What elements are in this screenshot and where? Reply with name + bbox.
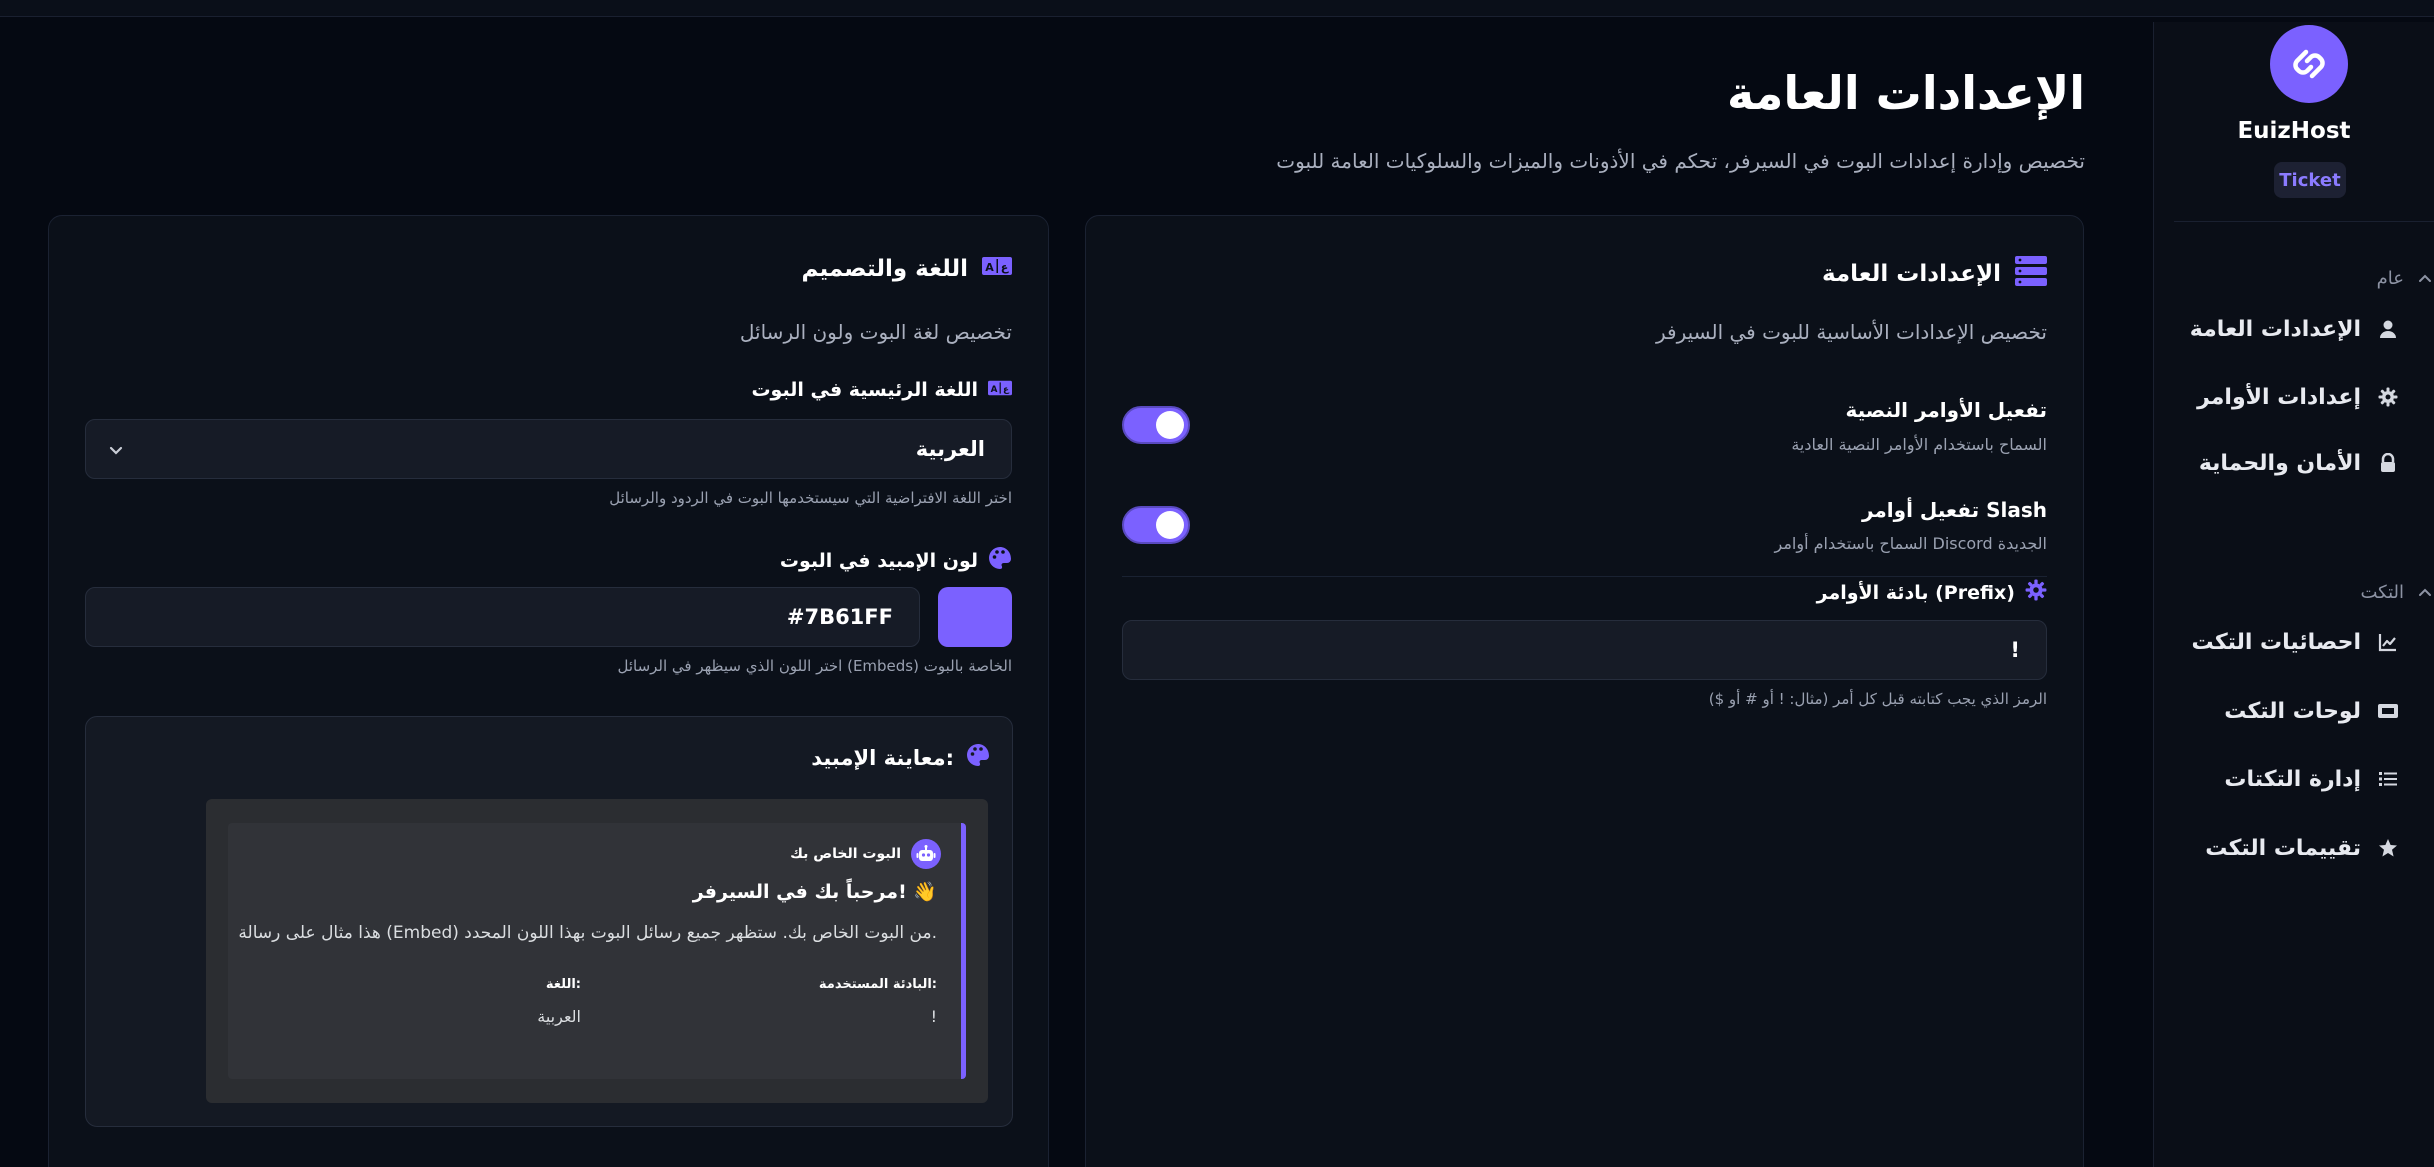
embed-preview: معاينة الإمبيد: البوت الخاص بك مرحباً بك… xyxy=(85,716,1013,1127)
language-label: اللغة الرئيسية في البوت Aع xyxy=(751,379,1012,401)
svg-text:ع: ع xyxy=(1001,261,1009,274)
embed-field-name: البادئة المستخدمة: xyxy=(818,977,937,992)
embed-author-name: البوت الخاص بك xyxy=(790,846,901,862)
sidebar-item-ticket-stats[interactable]: احصائيات التكت xyxy=(2169,622,2399,662)
section-header-ticket[interactable]: التكت xyxy=(2234,582,2434,603)
card-description: تخصيص لغة البوت ولون الرسائل xyxy=(739,320,1012,344)
language-select[interactable]: العربية xyxy=(85,419,1012,479)
card-description: تخصيص الإعدادات الأساسية للبوت في السيرف… xyxy=(1655,320,2047,344)
toggle-knob xyxy=(1156,411,1184,439)
palette-icon xyxy=(988,546,1012,575)
gear-icon xyxy=(2377,386,2399,408)
embed-color-input[interactable]: #7B61FF xyxy=(85,587,920,647)
text-commands-toggle[interactable] xyxy=(1122,406,1190,444)
embed-title: مرحباً بك في السيرفر! 👋 xyxy=(692,881,937,903)
language-design-card: اللغة والتصميم Aع تخصيص لغة البوت ولون ا… xyxy=(48,215,1049,1167)
robot-icon xyxy=(911,839,941,869)
text-commands-description: السماح باستخدام الأوامر النصية العادية xyxy=(1791,435,2047,454)
text-commands-title: تفعيل الأوامر النصية xyxy=(1845,398,2047,422)
embed-field-name: اللغة: xyxy=(545,977,581,992)
embed-preview-title: معاينة الإمبيد: xyxy=(811,743,990,772)
language-label-text: اللغة الرئيسية في البوت xyxy=(751,379,978,401)
svg-text:A: A xyxy=(991,385,998,395)
embed-description: هذا مثال على رسالة (Embed) من البوت الخا… xyxy=(238,923,937,943)
sidebar-item-label: احصائيات التكت xyxy=(2191,629,2361,655)
toggle-knob xyxy=(1156,511,1184,539)
link-logo-icon xyxy=(2293,49,2325,79)
section-header-general[interactable]: عام xyxy=(2234,268,2434,289)
sidebar-item-label: الإعدادات العامة xyxy=(2189,316,2361,342)
language-icon: Aع xyxy=(988,379,1012,401)
prefix-hint: الرمز الذي يجب كتابته قبل كل أمر (مثال: … xyxy=(1708,690,2047,708)
general-settings-card: الإعدادات العامة تخصيص الإعدادات الأساسي… xyxy=(1085,215,2084,1167)
page-title: الإعدادات العامة xyxy=(1726,66,2085,120)
chevron-up-icon xyxy=(2416,270,2434,288)
embed-field-value: العربية xyxy=(537,1007,581,1026)
discord-message: البوت الخاص بك مرحباً بك في السيرفر! 👋 ه… xyxy=(206,799,988,1103)
list-icon xyxy=(2377,768,2399,790)
server-icon xyxy=(2015,256,2047,292)
language-icon: Aع xyxy=(982,256,1012,282)
embed-author: البوت الخاص بك xyxy=(790,839,941,869)
prefix-label: بادئة الأوامر (Prefix) xyxy=(1817,579,2047,606)
user-icon xyxy=(2377,318,2399,340)
embed-color-label: لون الإمبيد في البوت xyxy=(780,546,1012,575)
brand-logo[interactable] xyxy=(2270,25,2348,103)
prefix-label-text: بادئة الأوامر (Prefix) xyxy=(1816,581,2015,604)
chevron-down-icon xyxy=(106,440,126,460)
slash-commands-description: السماح باستخدام أوامر Discord الجديدة xyxy=(1774,534,2047,553)
palette-icon xyxy=(966,743,990,772)
gear-icon xyxy=(2025,579,2047,606)
sidebar: EuizHost Ticket عام الإعدادات العامة إعد… xyxy=(2153,22,2434,1167)
divider xyxy=(1122,576,2047,577)
section-title: عام xyxy=(2376,268,2404,289)
sidebar-item-label: إعدادات الأوامر xyxy=(2197,384,2361,410)
top-bar xyxy=(0,0,2434,17)
ticket-icon xyxy=(2377,700,2399,722)
sidebar-item-label: تقييمات التكت xyxy=(2205,835,2361,861)
brand-badge: Ticket xyxy=(2274,162,2346,198)
slash-commands-title: تفعيل أوامر Slash xyxy=(1861,498,2047,522)
sidebar-item-general-settings[interactable]: الإعدادات العامة xyxy=(2169,309,2399,349)
language-hint: اختر اللغة الافتراضية التي سيستخدمها الب… xyxy=(609,489,1012,507)
sidebar-item-label: إدارة التكتات xyxy=(2224,766,2361,792)
card-title: اللغة والتصميم Aع xyxy=(801,256,1012,282)
star-icon xyxy=(2377,837,2399,859)
card-title-text: اللغة والتصميم xyxy=(801,256,968,282)
card-title-text: الإعدادات العامة xyxy=(1821,261,2001,287)
sidebar-item-ticket-reviews[interactable]: تقييمات التكت xyxy=(2169,828,2399,868)
embed-color-swatch[interactable] xyxy=(938,587,1012,647)
slash-commands-toggle[interactable] xyxy=(1122,506,1190,544)
embed-preview-title-text: معاينة الإمبيد: xyxy=(811,745,954,770)
sidebar-divider xyxy=(2174,221,2434,222)
embed-card: البوت الخاص بك مرحباً بك في السيرفر! 👋 ه… xyxy=(228,823,966,1079)
sidebar-item-security[interactable]: الأمان والحماية xyxy=(2169,443,2399,483)
sidebar-item-label: الأمان والحماية xyxy=(2198,450,2361,476)
svg-text:ع: ع xyxy=(1003,385,1010,395)
sidebar-item-ticket-management[interactable]: إدارة التكتات xyxy=(2169,759,2399,799)
svg-text:A: A xyxy=(985,261,994,274)
sidebar-item-ticket-panels[interactable]: لوحات التكت xyxy=(2169,691,2399,731)
language-select-value: العربية xyxy=(915,437,985,461)
page-subtitle: تخصيص وإدارة إعدادات البوت في السيرفر، ت… xyxy=(1276,149,2085,173)
chart-icon xyxy=(2377,631,2399,653)
lock-icon xyxy=(2377,452,2399,474)
sidebar-item-commands-settings[interactable]: إعدادات الأوامر xyxy=(2169,377,2399,417)
section-title: التكت xyxy=(2360,582,2404,603)
embed-color-hint: اختر اللون الذي سيظهر في الرسائل (Embeds… xyxy=(617,657,1012,675)
prefix-input[interactable]: ! xyxy=(1122,620,2047,680)
embed-field-value: ! xyxy=(930,1007,937,1026)
sidebar-item-label: لوحات التكت xyxy=(2224,698,2361,724)
chevron-up-icon xyxy=(2416,584,2434,602)
card-title: الإعدادات العامة xyxy=(1822,256,2047,292)
embed-color-label-text: لون الإمبيد في البوت xyxy=(779,549,978,572)
brand-name: EuizHost xyxy=(2237,118,2351,144)
